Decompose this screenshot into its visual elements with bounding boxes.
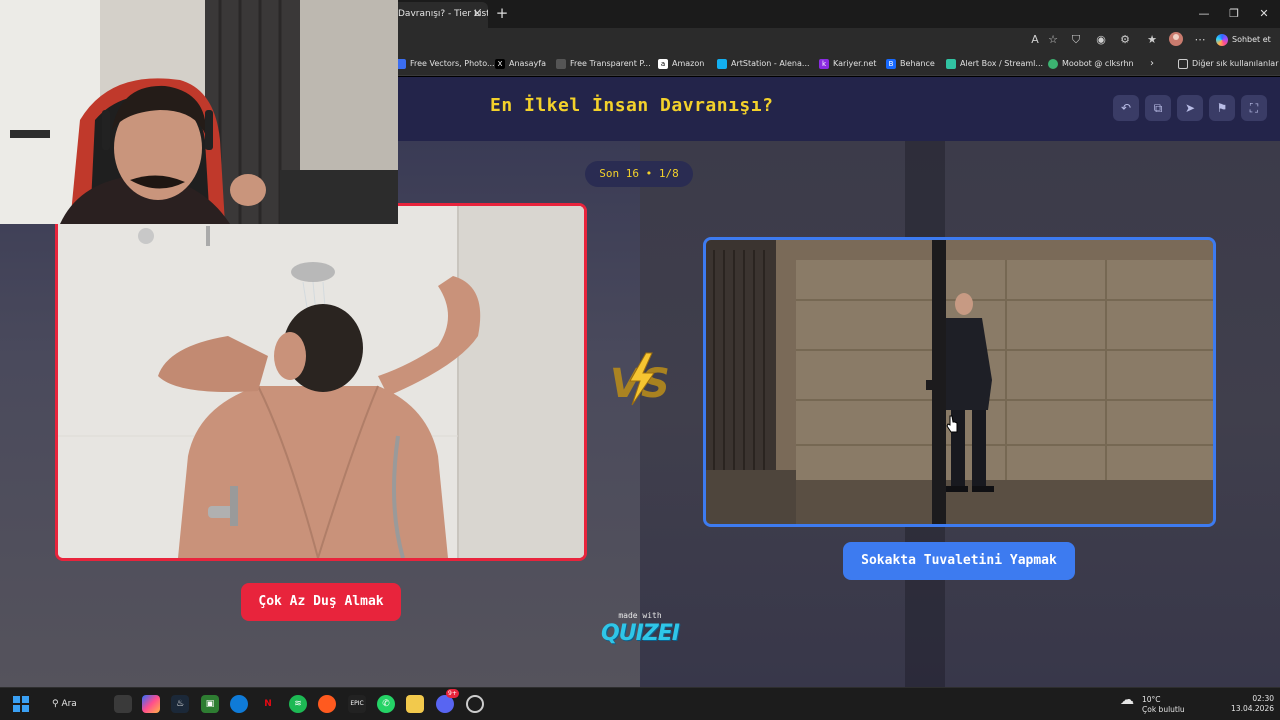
bookmark-item[interactable]: X Anasayfa: [495, 52, 546, 76]
clock-time: 02:30: [1252, 694, 1274, 703]
bookmark-item[interactable]: Free Vectors, Photo...: [396, 52, 495, 76]
round-indicator: Son 16 • 1/8: [585, 161, 693, 187]
fullscreen-button[interactable]: ⛶: [1241, 95, 1267, 121]
right-choice-card[interactable]: [703, 237, 1216, 527]
streamlabs-icon: [946, 58, 956, 69]
spotify-icon[interactable]: ≋: [289, 695, 307, 713]
weather-desc: Çok bulutlu: [1142, 705, 1185, 714]
extension-red-icon[interactable]: ◉: [1093, 32, 1109, 48]
report-button[interactable]: ⚑: [1209, 95, 1235, 121]
favorite-star-icon[interactable]: ☆: [1045, 32, 1061, 48]
read-aloud-icon[interactable]: A: [1027, 32, 1043, 48]
left-choice-card[interactable]: [55, 203, 587, 561]
steam-icon[interactable]: ♨: [171, 695, 189, 713]
clock-date: 13.04.2026: [1231, 704, 1274, 713]
behance-icon: B: [886, 58, 896, 69]
bookmark-item[interactable]: Moobot @ clksrhn: [1048, 52, 1134, 76]
file-explorer-icon[interactable]: [406, 695, 424, 713]
bookmark-item[interactable]: Alert Box / Streaml...: [946, 52, 1043, 76]
obs-icon[interactable]: [466, 695, 484, 713]
pngtree-icon: [556, 58, 566, 69]
left-choice-button[interactable]: Çok Az Duş Almak: [241, 583, 401, 621]
system-clock[interactable]: 02:30 13.04.2026: [1222, 694, 1274, 714]
active-tab[interactable]: Davranışı? - Tier List ✕: [388, 2, 488, 28]
windows-taskbar: ⚲ Ara ♨ ▣ N ≋ EPIC ✆ 9+ ☁ 10°C Çok bulut…: [0, 687, 1280, 720]
right-choice-button[interactable]: Sokakta Tuvaletini Yapmak: [843, 542, 1075, 580]
tab-close-icon[interactable]: ✕: [473, 2, 482, 26]
vs-badge: VS: [606, 349, 674, 409]
profile-avatar[interactable]: [1168, 32, 1184, 48]
copilot-label: Sohbet et: [1232, 35, 1271, 44]
undo-button[interactable]: ↶: [1113, 95, 1139, 121]
shower-image: [58, 206, 584, 558]
other-bookmarks[interactable]: Diğer sık kullanılanlar: [1178, 52, 1279, 76]
undo-icon: ↶: [1120, 101, 1132, 115]
amazon-icon: a: [658, 58, 668, 69]
brave-icon[interactable]: [318, 695, 336, 713]
share-icon: ⧉: [1153, 101, 1163, 115]
bookmark-item[interactable]: B Behance: [886, 52, 935, 76]
shield-icon[interactable]: ⛉: [1068, 32, 1084, 48]
bookmark-item[interactable]: Free Transparent P...: [556, 52, 651, 76]
kariyer-icon: k: [819, 58, 829, 69]
page-title: En İlkel İnsan Davranışı?: [490, 95, 774, 116]
weather-temp: 10°C: [1142, 695, 1161, 704]
taskbar-search[interactable]: ⚲ Ara: [52, 694, 92, 714]
netflix-icon[interactable]: N: [259, 695, 277, 713]
bookmark-item[interactable]: a Amazon: [658, 52, 704, 76]
whatsapp-icon[interactable]: ✆: [377, 695, 395, 713]
more-menu-icon[interactable]: ⋯: [1192, 32, 1208, 48]
weather-widget[interactable]: ☁ 10°C Çok bulutlu: [1120, 693, 1200, 717]
copilot-button[interactable]: Sohbet et: [1216, 31, 1276, 49]
store-icon[interactable]: ▣: [201, 695, 219, 713]
flag-icon: ⚑: [1216, 101, 1228, 115]
chevron-right-icon[interactable]: ›: [1150, 52, 1154, 76]
send-icon: ➤: [1184, 101, 1196, 115]
bookmark-item[interactable]: ArtStation - Alena...: [717, 52, 810, 76]
restore-button[interactable]: ❐: [1220, 4, 1248, 24]
street-image: [706, 240, 1213, 524]
windows-start-icon[interactable]: [12, 695, 30, 713]
x-icon: X: [495, 58, 505, 69]
minimize-button[interactable]: —: [1190, 4, 1218, 24]
new-tab-button[interactable]: +: [492, 4, 512, 24]
quizei-logo[interactable]: QUIZEI: [596, 621, 684, 646]
fullscreen-icon: ⛶: [1249, 101, 1259, 115]
copilot-taskbar-icon[interactable]: [142, 695, 160, 713]
folder-icon: [1178, 58, 1188, 69]
task-view-icon[interactable]: [114, 695, 132, 713]
made-with-label: made with: [618, 611, 662, 620]
discord-badge: 9+: [446, 689, 459, 698]
discord-icon[interactable]: 9+: [436, 689, 459, 713]
edge-icon[interactable]: [230, 695, 248, 713]
favorites-icon[interactable]: ★: [1144, 32, 1160, 48]
send-button[interactable]: ➤: [1177, 95, 1203, 121]
hand-cursor-icon: [946, 415, 958, 433]
close-window-button[interactable]: ✕: [1250, 4, 1278, 24]
moobot-icon: [1048, 58, 1058, 69]
cloud-icon: ☁: [1120, 692, 1134, 708]
extensions-icon[interactable]: ⚙: [1117, 32, 1133, 48]
bookmark-item[interactable]: k Kariyer.net: [819, 52, 876, 76]
artstation-icon: [717, 58, 727, 69]
share-button[interactable]: ⧉: [1145, 95, 1171, 121]
webcam-overlay: [0, 0, 398, 224]
copilot-icon: [1216, 33, 1228, 46]
epic-games-icon[interactable]: EPIC: [348, 695, 366, 713]
